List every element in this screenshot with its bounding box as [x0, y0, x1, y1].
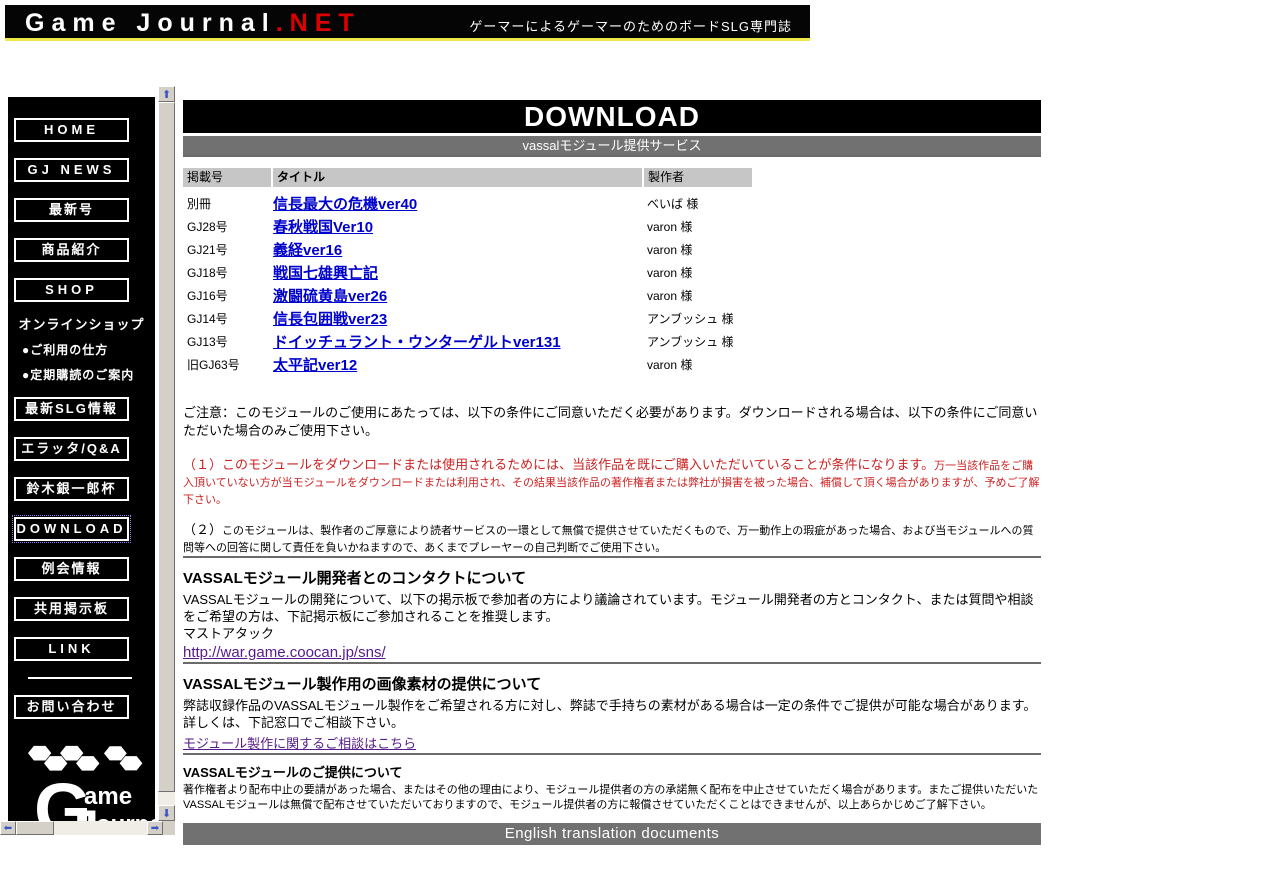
sidebar-item-gj-news[interactable]: GJ NEWS: [14, 158, 129, 182]
term-1: （１）このモジュールをダウンロードまたは使用されるためには、当該作品を既にご購入…: [183, 457, 1041, 508]
horizontal-scroll-thumb[interactable]: [16, 821, 54, 835]
divider: [183, 556, 1041, 558]
table-row: GJ13号 ドイッチュラント・ウンターゲルトver131 アンブッシュ 様: [183, 330, 1041, 353]
sidebar-item-latest-slg-info[interactable]: 最新SLG情報: [14, 397, 129, 421]
term-2: （２）このモジュールは、製作者のご厚意により読者サービスの一環として無償で提供さ…: [183, 522, 1041, 556]
sidebar-divider: [28, 677, 132, 679]
issue-cell: GJ14号: [187, 312, 228, 326]
author-cell: べいば 様: [647, 197, 699, 211]
term-2-rest: このモジュールは、製作者のご厚意により読者サービスの一環として無償で提供させてい…: [183, 525, 1034, 554]
sidebar-item-download[interactable]: DOWNLOAD: [12, 515, 131, 543]
issue-cell: GJ18号: [187, 266, 228, 280]
provide-section-heading: VASSALモジュールのご提供について: [183, 765, 403, 780]
scroll-down-icon[interactable]: ⬇: [158, 805, 175, 821]
sidebar: HOME GJ NEWS 最新号 商品紹介 SHOP オンラインショップ ●ご利…: [8, 97, 169, 881]
module-link[interactable]: 太平記ver12: [273, 357, 357, 374]
issue-cell: GJ28号: [187, 220, 228, 234]
site-logo[interactable]: Game Journal.NET: [25, 9, 361, 38]
main-content: DOWNLOAD vassalモジュール提供サービス 掲載号 タイトル 製作者 …: [183, 86, 1041, 845]
sidebar-item-link[interactable]: LINK: [14, 637, 129, 661]
bbs-url-link[interactable]: http://war.game.coocan.jp/sns/: [183, 644, 386, 661]
table-header-row: 掲載号 タイトル 製作者: [183, 168, 1041, 187]
sidebar-item-errata-qa[interactable]: エラッタ/Q&A: [14, 437, 129, 461]
page-subtitle-bar: vassalモジュール提供サービス: [183, 136, 1041, 155]
divider: [183, 662, 1041, 664]
author-cell: varon 様: [647, 358, 693, 372]
table-row: GJ14号 信長包囲戦ver23 アンブッシュ 様: [183, 307, 1041, 330]
materials-section-heading: VASSALモジュール製作用の画像素材の提供について: [183, 676, 542, 693]
module-link[interactable]: 信長最大の危機ver40: [273, 196, 417, 213]
page-title: DOWNLOAD: [183, 100, 1041, 133]
contact-section-heading: VASSALモジュール開発者とのコンタクトについて: [183, 570, 527, 587]
author-cell: アンブッシュ 様: [647, 335, 734, 349]
module-link[interactable]: 義経ver16: [273, 242, 342, 259]
site-logo-net: .NET: [275, 9, 361, 37]
sidebar-item-products[interactable]: 商品紹介: [14, 238, 129, 262]
author-cell: varon 様: [647, 243, 693, 257]
banner-frame: Game Journal.NET ゲーマーによるゲーマーのためのボードSLG専門…: [0, 0, 1265, 86]
author-cell: varon 様: [647, 220, 693, 234]
table-row: GJ18号 戦国七雄興亡記 varon 様: [183, 261, 1041, 284]
table-row: GJ16号 激闘硫黄島ver26 varon 様: [183, 284, 1041, 307]
module-link[interactable]: 信長包囲戦ver23: [273, 311, 387, 328]
table-row: 別冊 信長最大の危機ver40 べいば 様: [183, 192, 1041, 215]
sidebar-item-shop[interactable]: SHOP: [14, 278, 129, 302]
sidebar-item-suzuki-cup[interactable]: 鈴木銀一郎杯: [14, 477, 129, 501]
bbs-site-name: マストアタック: [183, 626, 275, 641]
issue-cell: 旧GJ63号: [187, 358, 240, 372]
module-link[interactable]: 激闘硫黄島ver26: [273, 288, 387, 305]
table-row: GJ21号 義経ver16 varon 様: [183, 238, 1041, 261]
gj-logo-net: .NET: [68, 851, 136, 881]
module-link[interactable]: ドイッチュラント・ウンターゲルトver131: [273, 334, 561, 351]
term-2-lead: （２）: [183, 522, 223, 537]
english-translation-bar[interactable]: English translation documents: [183, 823, 1041, 845]
site-logo-main: Game Journal: [25, 9, 276, 37]
author-cell: varon 様: [647, 266, 693, 280]
usage-notice: ご注意：このモジュールのご使用にあたっては、以下の条件にご同意いただく必要があり…: [183, 405, 1038, 438]
online-shop-label: オンラインショップ: [18, 317, 145, 332]
sidebar-frame: HOME GJ NEWS 最新号 商品紹介 SHOP オンラインショップ ●ご利…: [0, 86, 175, 881]
author-cell: アンブッシュ 様: [647, 312, 734, 326]
sidebar-vertical-scrollbar[interactable]: ⬆ ⬇: [158, 86, 175, 821]
scroll-left-icon[interactable]: ⬅: [0, 821, 16, 835]
scroll-up-icon[interactable]: ⬆: [158, 86, 175, 102]
module-consult-link[interactable]: モジュール製作に関するご相談はこちら: [183, 733, 416, 752]
sidebar-item-shared-bbs[interactable]: 共用掲示板: [14, 597, 129, 621]
issue-cell: GJ16号: [187, 289, 228, 303]
issue-cell: GJ13号: [187, 335, 228, 349]
table-row: GJ28号 春秋戦国Ver10 varon 様: [183, 215, 1041, 238]
sidebar-item-home[interactable]: HOME: [14, 118, 129, 142]
scroll-right-icon[interactable]: ➡: [147, 821, 163, 835]
module-link[interactable]: 戦国七雄興亡記: [273, 265, 378, 282]
materials-section-body: 弊誌収録作品のVASSALモジュール製作をご希望される方に対し、弊誌で手持ちの素…: [183, 698, 1037, 730]
scrollbar-corner: [163, 821, 175, 835]
divider: [183, 155, 1041, 157]
sidebar-item-contact[interactable]: お問い合わせ: [14, 695, 129, 719]
module-table: 掲載号 タイトル 製作者 別冊 信長最大の危機ver40 べいば 様 GJ28号…: [183, 168, 1041, 376]
sidebar-horizontal-scrollbar[interactable]: ⬅ ➡: [0, 821, 163, 835]
module-link[interactable]: 春秋戦国Ver10: [273, 219, 373, 236]
vertical-scroll-track[interactable]: [158, 102, 175, 805]
sidebar-item-meeting-info[interactable]: 例会情報: [14, 557, 129, 581]
header-issue: 掲載号: [183, 168, 271, 187]
issue-cell: GJ21号: [187, 243, 228, 257]
author-cell: varon 様: [647, 289, 693, 303]
provide-section-body: 著作権者より配布中止の要請があった場合、またはその他の理由により、モジュール提供…: [183, 784, 1039, 811]
vertical-scroll-thumb[interactable]: [158, 102, 175, 792]
issue-cell: 別冊: [187, 197, 212, 211]
sidebar-item-latest-issue[interactable]: 最新号: [14, 198, 129, 222]
site-banner: Game Journal.NET ゲーマーによるゲーマーのためのボードSLG専門…: [5, 5, 810, 41]
sidebar-item-subscription[interactable]: ●定期購読のご案内: [22, 366, 155, 383]
term-1-lead: （１）このモジュールをダウンロードまたは使用されるためには、当該作品を既にご購入…: [183, 457, 935, 472]
header-title: タイトル: [273, 168, 642, 187]
contact-section-body: VASSALモジュールの開発について、以下の掲示板で参加者の方により議論されてい…: [183, 592, 1034, 624]
hexagon-cluster-right-icon: [103, 746, 143, 771]
sidebar-item-how-to-use[interactable]: ●ご利用の仕方: [22, 341, 155, 358]
header-author: 製作者: [644, 168, 752, 187]
divider: [183, 753, 1041, 755]
site-tagline: ゲーマーによるゲーマーのためのボードSLG専門誌: [469, 19, 792, 34]
table-row: 旧GJ63号 太平記ver12 varon 様: [183, 353, 1041, 376]
